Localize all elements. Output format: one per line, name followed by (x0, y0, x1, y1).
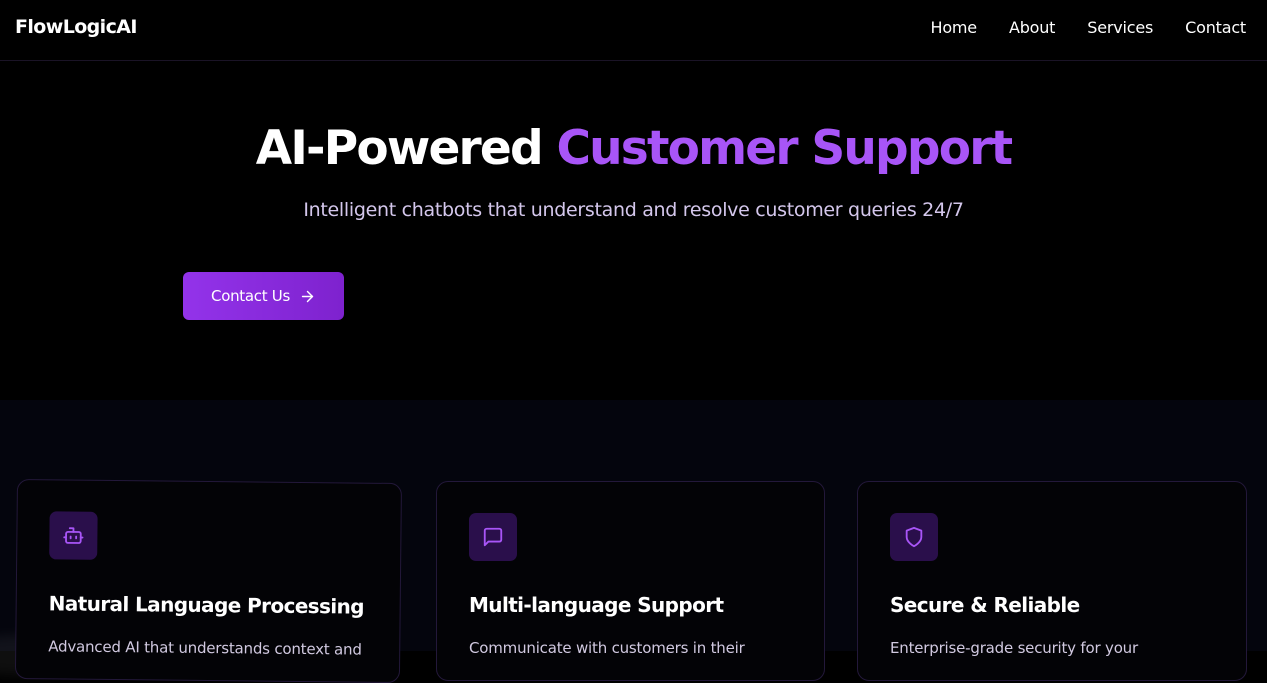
features-section: Natural Language Processing Advanced AI … (0, 400, 1267, 683)
contact-us-label: Contact Us (211, 287, 290, 305)
feature-icon-box (890, 513, 938, 561)
feature-card-multilanguage: Multi-language Support Communicate with … (436, 481, 825, 681)
nav-link-services[interactable]: Services (1087, 18, 1153, 37)
nav-link-contact[interactable]: Contact (1185, 18, 1246, 37)
bot-icon (63, 527, 84, 544)
shield-icon (905, 526, 923, 548)
feature-card-security: Secure & Reliable Enterprise-grade secur… (857, 481, 1247, 681)
hero-section: AI-Powered Customer Support Intelligent … (0, 62, 1267, 400)
hero-title-plain: AI-Powered (255, 121, 544, 176)
feature-title: Natural Language Processing (48, 591, 365, 619)
nav-link-home[interactable]: Home (931, 18, 978, 37)
feature-description: Enterprise-grade security for your (890, 639, 1138, 657)
hero-title: AI-Powered Customer Support (0, 120, 1267, 178)
message-square-icon (483, 527, 503, 547)
hero-title-highlight: Customer Support (556, 121, 1013, 176)
feature-icon-box (469, 513, 517, 561)
brand-logo[interactable]: FlowLogicAI (15, 16, 137, 38)
hero-subtitle: Intelligent chatbots that understand and… (303, 199, 964, 221)
contact-us-button[interactable]: Contact Us (183, 272, 344, 320)
feature-description: Advanced AI that understands context and (48, 637, 362, 659)
nav-links: Home About Services Contact (931, 18, 1247, 37)
nav-link-about[interactable]: About (1009, 18, 1056, 37)
feature-description: Communicate with customers in their (469, 639, 745, 657)
feature-icon-box (49, 511, 98, 560)
top-navbar: FlowLogicAI Home About Services Contact (0, 0, 1267, 61)
feature-title: Multi-language Support (469, 593, 724, 617)
feature-title: Secure & Reliable (890, 593, 1080, 617)
arrow-right-icon (301, 290, 314, 302)
feature-card-nlp: Natural Language Processing Advanced AI … (14, 479, 402, 683)
